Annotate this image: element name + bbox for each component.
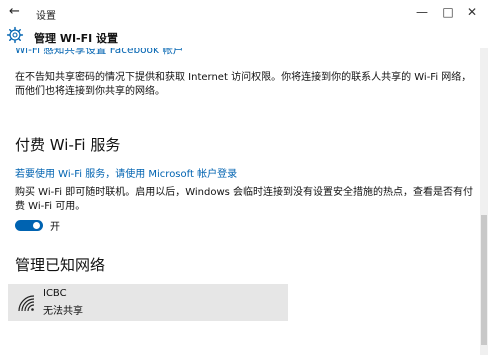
title-bar: ← 设置 — □ ✕: [0, 0, 488, 26]
network-status: 无法共享: [43, 306, 83, 317]
minimize-button[interactable]: —: [412, 5, 432, 19]
gear-icon: [6, 26, 24, 44]
maximize-button[interactable]: □: [438, 5, 458, 19]
paid-description: 购买 Wi-Fi 即可随时联机。启用以后，Windows 会临时连接到没有设置安…: [15, 187, 474, 212]
network-name: ICBC: [43, 288, 67, 299]
scrollbar-thumb[interactable]: [481, 215, 487, 345]
wifi-icon: [18, 295, 35, 312]
toggle-knob: [33, 222, 40, 229]
share-description: 在不告知共享密码的情况下提供和获取 Internet 访问权限。你将连接到你的联…: [15, 72, 472, 97]
page-header: 管理 WI-FI 设置: [0, 26, 488, 48]
settings-content: Wi-Fi 感知共享设置 Facebook 帐户 在不告知共享密码的情况下提供和…: [0, 48, 480, 355]
close-button[interactable]: ✕: [462, 5, 482, 19]
paid-wifi-toggle[interactable]: [15, 220, 43, 231]
known-networks-heading: 管理已知网络: [15, 256, 106, 274]
app-title: 设置: [36, 11, 56, 22]
paid-wifi-heading: 付费 Wi-Fi 服务: [15, 136, 121, 154]
microsoft-account-link[interactable]: 若要使用 Wi-Fi 服务，请使用 Microsoft 帐户登录: [15, 165, 237, 180]
toggle-label: 开: [50, 222, 60, 233]
facebook-link[interactable]: Wi-Fi 感知共享设置 Facebook 帐户: [15, 48, 183, 57]
back-button[interactable]: ←: [9, 4, 20, 19]
known-network-item[interactable]: ICBC 无法共享: [8, 284, 288, 321]
page-title: 管理 WI-FI 设置: [34, 32, 119, 45]
